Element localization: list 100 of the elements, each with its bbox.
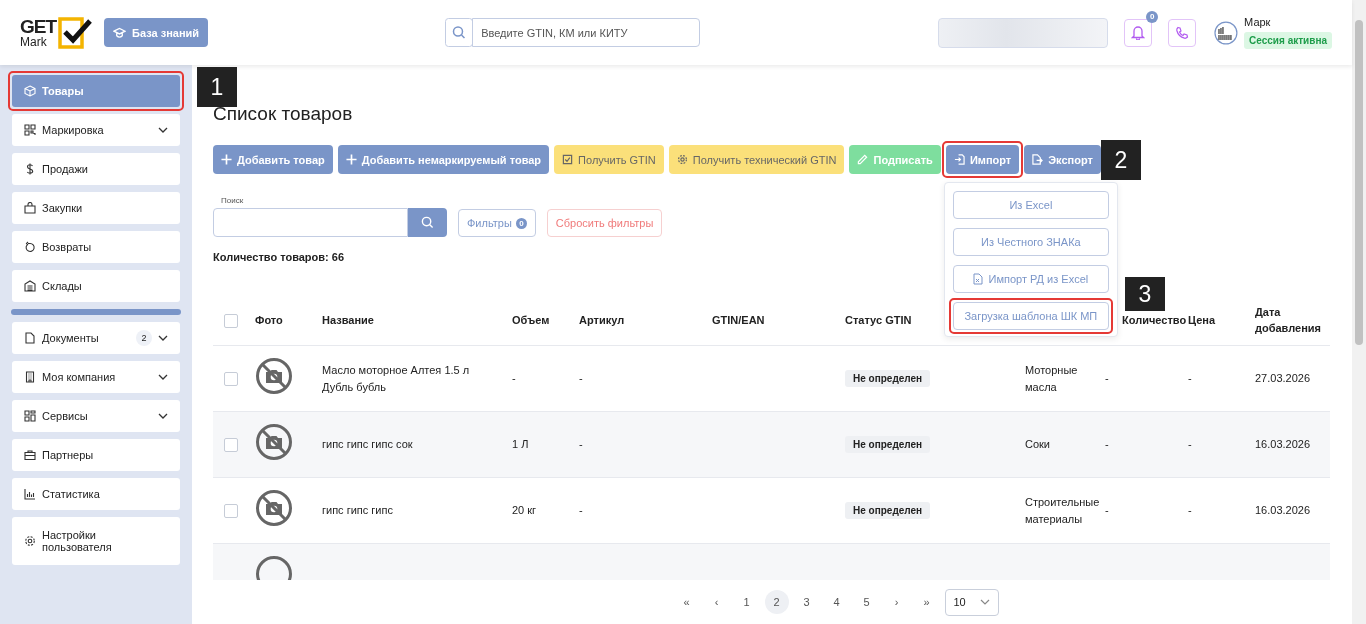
column-header: Объем bbox=[512, 313, 550, 326]
box-icon bbox=[24, 85, 36, 97]
plus-icon bbox=[345, 154, 357, 165]
table-cell: гипс гипс гипс bbox=[322, 504, 393, 517]
notification-count: 0 bbox=[1146, 10, 1159, 23]
table-cell: 16.03.2026 bbox=[1255, 504, 1311, 517]
user-name: Марк bbox=[1244, 16, 1271, 28]
annotation-number: 2 bbox=[1100, 140, 1141, 180]
building-icon bbox=[24, 371, 36, 383]
select-all-checkbox[interactable] bbox=[224, 313, 238, 328]
search-field[interactable]: Введите GTIN, КМ или КИТУ bbox=[472, 18, 701, 47]
sidebar-item[interactable]: Сервисы bbox=[12, 400, 180, 432]
checkmark-logo-icon bbox=[58, 16, 93, 49]
table-cell: 27.03.2026 bbox=[1255, 372, 1311, 385]
row-checkbox[interactable] bbox=[224, 372, 238, 387]
search-label: Поиск bbox=[221, 196, 245, 205]
table-cell: - bbox=[1188, 504, 1192, 517]
logo-subtext: Mark bbox=[20, 36, 48, 48]
table-cell: - bbox=[1188, 438, 1192, 451]
search-icon bbox=[421, 216, 434, 229]
warehouse-icon bbox=[24, 280, 36, 292]
row-checkbox[interactable] bbox=[224, 438, 238, 453]
phone-button[interactable] bbox=[1168, 18, 1197, 47]
avatar-icon[interactable] bbox=[1214, 20, 1239, 45]
table-cell: - bbox=[512, 372, 516, 385]
table-cell: - bbox=[1105, 372, 1109, 385]
bag-icon bbox=[24, 202, 36, 214]
first-page-button[interactable]: « bbox=[674, 590, 699, 614]
gear-icon bbox=[676, 154, 688, 165]
table-cell: - bbox=[1105, 504, 1109, 517]
plus-icon bbox=[221, 154, 232, 165]
toolbar-button[interactable]: Получить технический GTIN bbox=[668, 145, 845, 174]
gear-icon bbox=[24, 535, 36, 547]
product-count: Количество товаров: 66 bbox=[213, 251, 346, 263]
page-button[interactable]: 1 bbox=[734, 590, 759, 614]
sidebar-item[interactable]: Настройки пользователя bbox=[12, 517, 180, 565]
column-header: Цена bbox=[1188, 313, 1216, 326]
table-cell: Моторные масла bbox=[1025, 364, 1078, 393]
page-button[interactable]: 5 bbox=[854, 590, 879, 614]
column-header: Количество bbox=[1122, 313, 1187, 326]
qr-icon bbox=[24, 124, 36, 136]
pencil-icon bbox=[857, 154, 869, 165]
toolbar-button[interactable]: Получить GTIN bbox=[554, 145, 664, 174]
no-photo-icon bbox=[255, 489, 293, 528]
column-header: Артикул bbox=[579, 313, 625, 326]
table-cell: Строительные материалы bbox=[1025, 496, 1100, 525]
sidebar-item[interactable]: Моя компания bbox=[12, 361, 180, 393]
dollar-icon bbox=[24, 163, 36, 175]
check-icon bbox=[562, 154, 574, 165]
table-cell: Соки bbox=[1025, 438, 1051, 451]
last-page-button[interactable]: » bbox=[914, 590, 939, 614]
column-header: GTIN/EAN bbox=[712, 313, 765, 326]
table-cell: - bbox=[1105, 438, 1109, 451]
chevron-down-icon bbox=[979, 599, 990, 605]
previous-page-button[interactable]: ‹ bbox=[704, 590, 729, 614]
column-header: Дата добавления bbox=[1255, 305, 1322, 334]
sidebar-item[interactable]: Документы 2 bbox=[12, 322, 180, 354]
next-page-button[interactable]: › bbox=[884, 590, 909, 614]
table-cell: - bbox=[579, 372, 583, 385]
column-header: Название bbox=[322, 313, 374, 326]
page-button[interactable]: 2 bbox=[764, 590, 789, 614]
page-button[interactable]: 4 bbox=[824, 590, 849, 614]
chart-icon bbox=[24, 488, 36, 500]
sidebar-item[interactable]: Закупки bbox=[12, 192, 180, 224]
annotation-number: 3 bbox=[1124, 277, 1165, 311]
column-header: Фото bbox=[255, 313, 283, 326]
page-button[interactable]: 3 bbox=[794, 590, 819, 614]
no-photo-icon bbox=[255, 357, 293, 396]
scrollbar[interactable] bbox=[1352, 0, 1366, 624]
phone-icon bbox=[1175, 25, 1190, 40]
file-icon bbox=[24, 332, 36, 344]
no-photo-icon bbox=[255, 423, 293, 462]
status-tag: Не определен bbox=[845, 436, 931, 454]
search-icon bbox=[445, 18, 474, 47]
sidebar-item[interactable]: Маркировка bbox=[12, 114, 180, 146]
status-tag: Не определен bbox=[845, 370, 931, 388]
sidebar-item[interactable]: Партнеры bbox=[12, 439, 180, 471]
logo-text: GET bbox=[20, 17, 57, 36]
column-header: Статус GTIN bbox=[845, 313, 912, 326]
bell-icon bbox=[1131, 25, 1146, 40]
graduation-cap-icon bbox=[113, 26, 127, 39]
import-icon bbox=[953, 154, 965, 165]
briefcase-icon bbox=[24, 449, 36, 461]
search-input[interactable] bbox=[213, 208, 408, 237]
status-tag: Не определен bbox=[845, 502, 931, 520]
sidebar-item[interactable]: Склады bbox=[12, 270, 180, 302]
table-cell: 20 кг bbox=[512, 504, 537, 517]
grid-icon bbox=[24, 410, 36, 422]
annotation-number: 1 bbox=[197, 67, 237, 107]
table-cell: гипс гипс гипс сок bbox=[322, 438, 413, 451]
sidebar-item[interactable]: Возвраты bbox=[12, 231, 180, 263]
row-checkbox[interactable] bbox=[224, 504, 238, 519]
table-cell: 1 Л bbox=[512, 438, 529, 451]
page-size-select[interactable]: 10 bbox=[944, 588, 999, 616]
sidebar-item[interactable]: Продажи bbox=[12, 153, 180, 185]
undo-icon bbox=[24, 241, 36, 253]
sidebar-item[interactable]: Статистика bbox=[12, 478, 180, 510]
search-button[interactable] bbox=[408, 208, 447, 237]
spreadsheet-file-icon bbox=[973, 273, 984, 285]
table-cell: - bbox=[1188, 372, 1192, 385]
